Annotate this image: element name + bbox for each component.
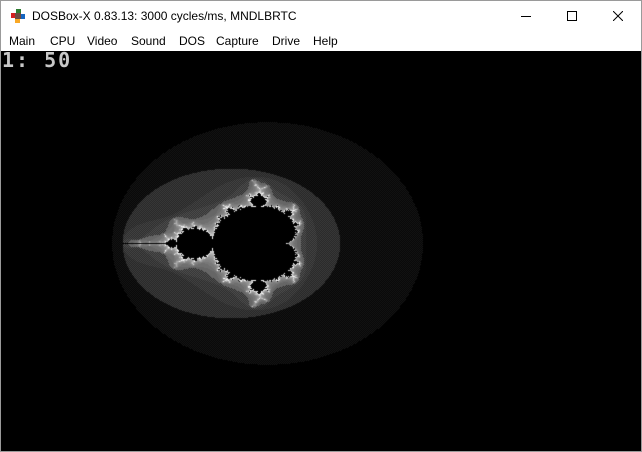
dos-screen[interactable]: 1: 50 <box>1 51 641 451</box>
mandelbrot-fractal <box>1 51 641 451</box>
menu-sound[interactable]: Sound <box>131 34 166 48</box>
title-bar[interactable]: DOSBox-X 0.83.13: 3000 cycles/ms, MNDLBR… <box>1 1 641 31</box>
minimize-icon <box>521 16 531 17</box>
menu-cpu[interactable]: CPU <box>50 34 75 48</box>
menu-dos[interactable]: DOS <box>179 34 205 48</box>
window-title: DOSBox-X 0.83.13: 3000 cycles/ms, MNDLBR… <box>32 9 297 23</box>
menu-video[interactable]: Video <box>87 34 117 48</box>
iteration-status: 1: 50 <box>2 51 73 72</box>
dosbox-window: DOSBox-X 0.83.13: 3000 cycles/ms, MNDLBR… <box>0 0 642 452</box>
menu-bar: Main CPU Video Sound DOS Capture Drive H… <box>1 31 641 51</box>
maximize-button[interactable] <box>549 1 595 31</box>
menu-help[interactable]: Help <box>313 34 338 48</box>
maximize-icon <box>567 11 577 21</box>
close-button[interactable] <box>595 1 641 31</box>
menu-drive[interactable]: Drive <box>272 34 300 48</box>
close-icon <box>613 11 623 21</box>
minimize-button[interactable] <box>503 1 549 31</box>
dosbox-icon[interactable] <box>10 8 26 24</box>
menu-main[interactable]: Main <box>9 34 35 48</box>
menu-capture[interactable]: Capture <box>216 34 259 48</box>
